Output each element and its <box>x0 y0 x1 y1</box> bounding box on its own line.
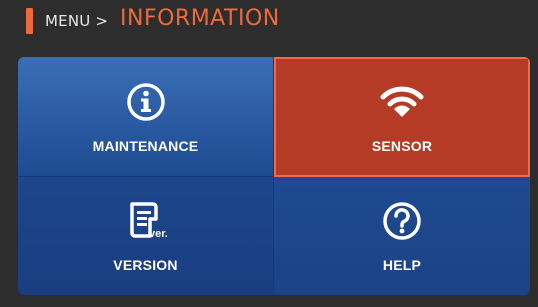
menu-grid: MAINTENANCE SENSOR ver. VERSION HELP <box>18 57 530 295</box>
page-title: INFORMATION <box>120 6 280 31</box>
sensor-label: SENSOR <box>371 138 433 154</box>
information-screen: MENU > INFORMATION MAINTENANCE SENSOR ve… <box>0 0 538 307</box>
version-icon-text: ver. <box>149 228 167 240</box>
version-label: VERSION <box>113 257 178 273</box>
sensor-button[interactable]: SENSOR <box>274 57 530 177</box>
help-question-icon <box>380 199 424 243</box>
maintenance-label: MAINTENANCE <box>92 137 199 154</box>
help-label: HELP <box>382 257 422 273</box>
maintenance-button[interactable]: MAINTENANCE <box>18 57 274 177</box>
version-button[interactable]: ver. VERSION <box>18 177 274 295</box>
help-button[interactable]: HELP <box>274 177 530 295</box>
info-icon <box>124 80 168 124</box>
wifi-signal-icon <box>380 80 424 124</box>
header-bar: MENU > INFORMATION <box>0 0 538 44</box>
version-document-icon: ver. <box>124 199 168 243</box>
header-accent-bar <box>26 8 33 34</box>
breadcrumb[interactable]: MENU > <box>45 12 108 30</box>
